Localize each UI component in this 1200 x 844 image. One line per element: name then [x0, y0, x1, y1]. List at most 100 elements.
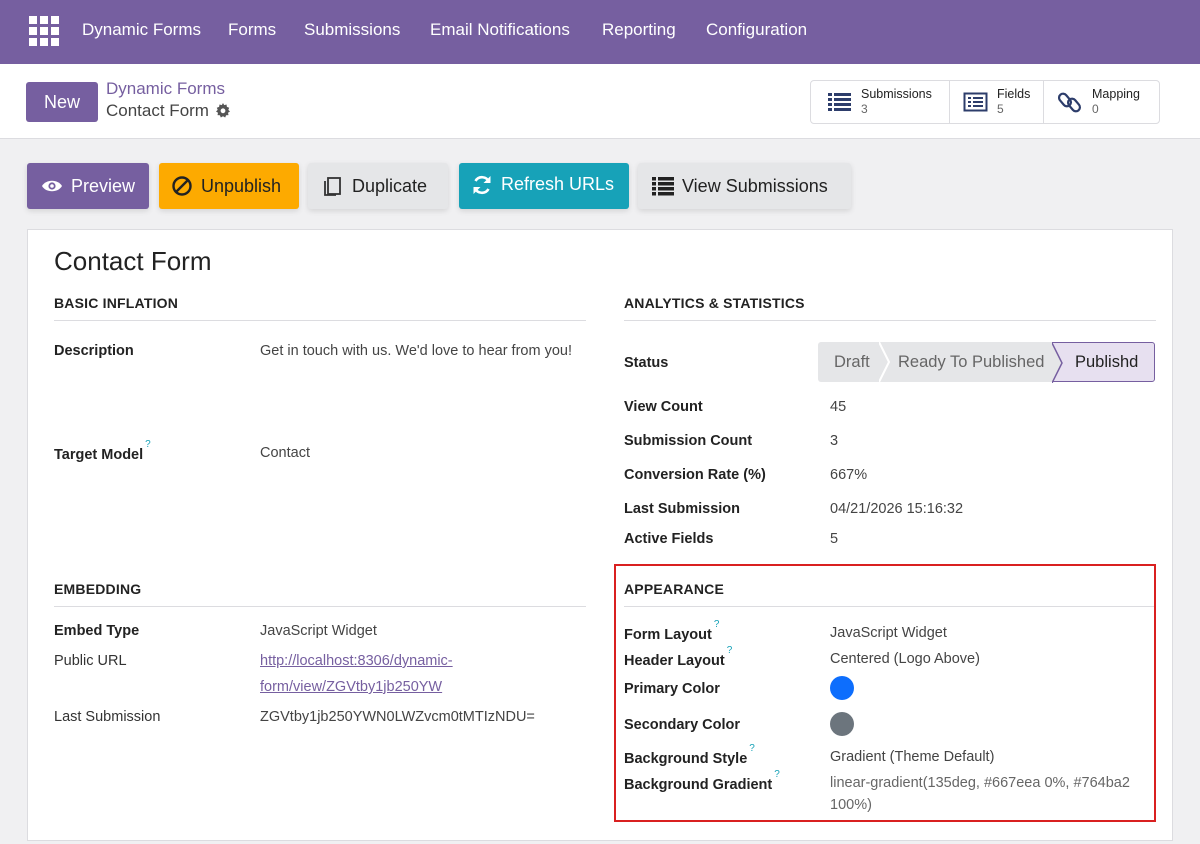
form-layout-label: Form Layout?: [624, 619, 719, 643]
smart-label-fields: Fields: [997, 87, 1031, 101]
primary-color-swatch[interactable]: [830, 676, 854, 700]
nav-submissions[interactable]: Submissions: [304, 20, 400, 40]
eye-icon: [41, 178, 63, 194]
preview-button[interactable]: Preview: [27, 163, 149, 209]
primary-color-label: Primary Color: [624, 681, 720, 697]
form-layout-label-text: Form Layout: [624, 626, 712, 643]
list-icon: [828, 93, 851, 111]
target-model-label: Target Model?: [54, 439, 151, 463]
unpublish-button[interactable]: Unpublish: [159, 163, 299, 209]
nav-forms[interactable]: Forms: [228, 20, 276, 40]
nav-configuration[interactable]: Configuration: [706, 20, 807, 40]
section-divider: [624, 606, 1154, 607]
embed-type-field[interactable]: JavaScript Widget: [260, 623, 377, 639]
list-alt-icon: [963, 92, 988, 112]
embed-last-submission-label: Last Submission: [54, 709, 161, 725]
description-field[interactable]: Get in touch with us. We'd love to hear …: [260, 343, 572, 359]
smart-count-fields: 5: [997, 102, 1004, 116]
breadcrumb-current: Contact Form: [106, 101, 231, 121]
background-gradient-line1[interactable]: linear-gradient(135deg, #667eea 0%, #764…: [830, 775, 1130, 791]
section-analytics-heading: ANALYTICS & STATISTICS: [624, 295, 805, 311]
secondary-color-swatch[interactable]: [830, 712, 854, 736]
smart-button-submissions[interactable]: Submissions 3: [811, 81, 950, 123]
help-tooltip-icon[interactable]: ?: [714, 619, 720, 630]
embed-last-submission-value: ZGVtby1jb250YWN0LWZvcm0tMTIzNDU=: [260, 709, 535, 725]
active-fields-label: Active Fields: [624, 531, 714, 547]
view-count-label: View Count: [624, 399, 703, 415]
background-style-label-text: Background Style: [624, 750, 748, 767]
refresh-urls-label: Refresh URLs: [501, 174, 615, 194]
copy-icon: [322, 175, 344, 197]
list-icon: [652, 176, 674, 196]
help-tooltip-icon[interactable]: ?: [145, 439, 151, 450]
background-gradient-label: Background Gradient?: [624, 769, 780, 793]
target-model-field[interactable]: Contact: [260, 445, 310, 461]
smart-button-mapping[interactable]: Mapping 0: [1044, 81, 1159, 123]
breadcrumb-parent[interactable]: Dynamic Forms: [106, 79, 225, 99]
status-stage-published[interactable]: Publishd: [1052, 342, 1155, 383]
last-submission-label: Last Submission: [624, 501, 741, 517]
public-url-label: Public URL: [54, 653, 127, 669]
duplicate-button[interactable]: Duplicate: [308, 163, 448, 209]
form-layout-field[interactable]: JavaScript Widget: [830, 625, 947, 641]
smart-count-mapping: 0: [1092, 102, 1099, 116]
form-title[interactable]: Contact Form: [54, 246, 212, 277]
refresh-icon: [471, 174, 493, 196]
smart-label-submissions: Submissions: [861, 87, 932, 101]
status-stage-ready[interactable]: Ready To Published: [879, 342, 1052, 382]
status-stage-label: Publishd: [1075, 352, 1139, 371]
secondary-color-label: Secondary Color: [624, 717, 741, 733]
submission-count-value: 3: [830, 433, 839, 449]
smart-buttons: Submissions 3 Fields 5 Mapping 0: [810, 80, 1160, 124]
top-navbar: Dynamic Forms Forms Submissions Email No…: [0, 0, 1200, 64]
status-bar: Draft Ready To Published Publishd: [818, 342, 1155, 383]
help-tooltip-icon[interactable]: ?: [774, 769, 780, 780]
status-stage-draft[interactable]: Draft: [818, 342, 880, 382]
help-tooltip-icon[interactable]: ?: [749, 743, 755, 754]
submission-count-label: Submission Count: [624, 433, 753, 449]
background-gradient-line2[interactable]: 100%): [830, 797, 872, 813]
view-submissions-button[interactable]: View Submissions: [638, 163, 851, 209]
status-stage-label: Draft: [834, 352, 870, 371]
section-divider: [624, 320, 1156, 321]
header-layout-label-text: Header Layout: [624, 652, 725, 669]
section-divider: [54, 606, 586, 607]
smart-button-fields[interactable]: Fields 5: [950, 81, 1044, 123]
public-url-link-line2[interactable]: form/view/ZGVtby1jb250YW: [260, 679, 442, 695]
view-count-value: 45: [830, 399, 847, 415]
description-label: Description: [54, 343, 134, 359]
embed-type-label: Embed Type: [54, 623, 140, 639]
section-appearance-heading: APPEARANCE: [624, 581, 725, 597]
public-url-link-line1[interactable]: http://localhost:8306/dynamic-: [260, 653, 453, 669]
ban-icon: [171, 175, 193, 197]
conversion-rate-label: Conversion Rate (%): [624, 467, 766, 483]
nav-reporting[interactable]: Reporting: [602, 20, 676, 40]
unpublish-label: Unpublish: [201, 175, 282, 196]
nav-email-notifications[interactable]: Email Notifications: [430, 20, 570, 40]
target-model-label-text: Target Model: [54, 446, 144, 463]
link-icon: [1058, 92, 1082, 113]
duplicate-label: Duplicate: [352, 175, 428, 196]
view-submissions-label: View Submissions: [682, 175, 828, 196]
header-layout-label: Header Layout?: [624, 645, 732, 669]
nav-dynamic-forms[interactable]: Dynamic Forms: [82, 20, 201, 40]
background-style-label: Background Style?: [624, 743, 755, 767]
breadcrumb-current-label: Contact Form: [106, 101, 209, 120]
status-label: Status: [624, 355, 669, 371]
conversion-rate-value: 667%: [830, 467, 868, 483]
refresh-urls-button[interactable]: Refresh URLs: [459, 163, 629, 209]
preview-label: Preview: [71, 175, 136, 196]
section-divider: [54, 320, 586, 321]
gear-icon[interactable]: [215, 103, 231, 119]
stage-chevron: [879, 342, 891, 382]
app-menu-grid-icon[interactable]: [29, 16, 59, 46]
new-button[interactable]: New: [26, 82, 98, 122]
smart-label-mapping: Mapping: [1092, 87, 1140, 101]
status-stage-label: Ready To Published: [898, 352, 1045, 371]
active-fields-value: 5: [830, 531, 839, 547]
help-tooltip-icon[interactable]: ?: [727, 645, 733, 656]
control-panel: New Dynamic Forms Contact Form Submissio…: [0, 64, 1200, 139]
background-style-field[interactable]: Gradient (Theme Default): [830, 749, 994, 765]
header-layout-field[interactable]: Centered (Logo Above): [830, 651, 980, 667]
section-basic-heading: BASIC INFLATION: [54, 295, 179, 311]
